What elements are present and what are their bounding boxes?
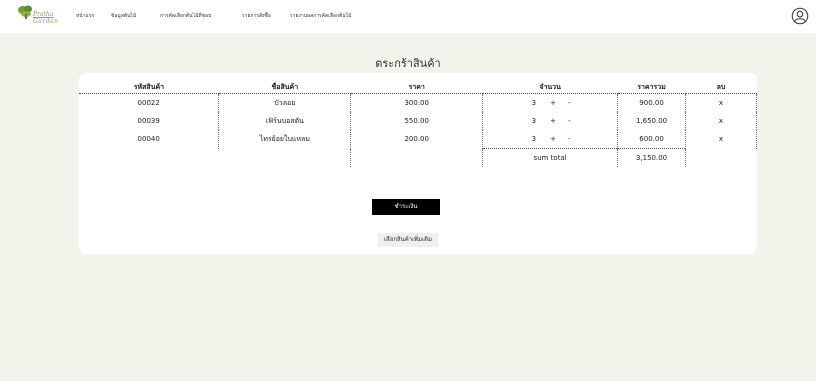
- increase-quantity-button[interactable]: +: [546, 99, 560, 107]
- pay-button[interactable]: ชำระเงิน: [372, 199, 440, 215]
- cell-quantity: 3 + -: [482, 112, 619, 130]
- header-name: ชื่อสินค้า: [218, 82, 351, 94]
- cell-empty: [686, 149, 757, 168]
- table-header-row: รหัสสินค้า ชื่อสินค้า ราคา จำนวน ราคารวม…: [79, 82, 757, 94]
- cell-quantity: 3 + -: [482, 93, 619, 112]
- cell-total: 900.00: [617, 93, 687, 112]
- nav-favorite-selection[interactable]: การคัดเลือกต้นไม้ที่ชอบ: [160, 12, 211, 20]
- nav-orders[interactable]: รายการสั่งซื้อ: [242, 12, 271, 20]
- cell-name: เฟิร์นบอสตัน: [218, 112, 352, 130]
- delete-item-button[interactable]: x: [719, 135, 723, 143]
- decrease-quantity-button[interactable]: -: [562, 117, 576, 125]
- quantity-stepper: 3 + -: [524, 117, 576, 125]
- cell-empty: [218, 148, 352, 167]
- cell-code: 00040: [79, 130, 220, 149]
- quantity-value: 3: [531, 135, 537, 143]
- plant-logo-icon: [18, 5, 32, 19]
- table-row: 00039 เฟิร์นบอสตัน 550.00 3 + - 1,650.00…: [79, 112, 757, 130]
- sum-total-label: sum total: [482, 148, 619, 167]
- cell-name: ไทรย้อยใบแหลม: [218, 130, 352, 149]
- header-quantity: จำนวน: [482, 82, 618, 94]
- cell-code: 00039: [79, 112, 220, 130]
- decrease-quantity-button[interactable]: -: [562, 135, 576, 143]
- brand-name-line1: Pratha: [33, 11, 54, 18]
- increase-quantity-button[interactable]: +: [546, 135, 560, 143]
- cell-price: 300.00: [350, 93, 484, 112]
- cell-delete: x: [685, 93, 757, 112]
- cell-price: 200.00: [350, 130, 484, 149]
- continue-shopping-button[interactable]: เลือกสินค้าเพิ่มเติม: [378, 233, 438, 247]
- cell-name: บัวลอย: [218, 93, 352, 112]
- cell-code: 00022: [79, 93, 220, 112]
- quantity-stepper: 3 + -: [524, 135, 576, 143]
- header-total: ราคารวม: [617, 82, 686, 94]
- quantity-stepper: 3 + -: [524, 99, 576, 107]
- decrease-quantity-button[interactable]: -: [562, 99, 576, 107]
- header-code: รหัสสินค้า: [79, 82, 219, 94]
- quantity-value: 3: [531, 99, 537, 107]
- nav-selection-report[interactable]: รายงานผลการคัดเลือกต้นไม้: [290, 12, 351, 20]
- user-circle-icon[interactable]: [791, 7, 809, 25]
- cell-price: 550.00: [350, 112, 484, 130]
- cart-table: รหัสสินค้า ชื่อสินค้า ราคา จำนวน ราคารวม…: [79, 82, 757, 167]
- top-navbar: Pratha Garden หน้าแรก ข้อมูลต้นไม้ การคั…: [0, 0, 816, 33]
- cell-empty: [350, 148, 484, 167]
- header-price: ราคา: [350, 82, 483, 94]
- increase-quantity-button[interactable]: +: [546, 117, 560, 125]
- brand-logo[interactable]: Pratha Garden: [18, 5, 58, 27]
- cell-total: 600.00: [617, 130, 687, 149]
- cell-quantity: 3 + -: [482, 130, 619, 149]
- delete-item-button[interactable]: x: [719, 117, 723, 125]
- cell-empty: [79, 149, 219, 168]
- table-row: 00040 ไทรย้อยใบแหลม 200.00 3 + - 600.00 …: [79, 130, 757, 149]
- brand-name-line2: Garden: [33, 18, 59, 25]
- cell-delete: x: [685, 130, 757, 149]
- sum-total-value: 3,150.00: [617, 148, 687, 167]
- sum-row: sum total 3,150.00: [79, 148, 757, 168]
- cell-delete: x: [685, 112, 757, 130]
- quantity-value: 3: [531, 117, 537, 125]
- cell-total: 1,650.00: [617, 112, 687, 130]
- page-title: ตระกร้าสินค้า: [375, 57, 441, 70]
- header-delete: ลบ: [685, 82, 757, 94]
- table-row: 00022 บัวลอย 300.00 3 + - 900.00 x: [79, 93, 757, 112]
- nav-plant-info[interactable]: ข้อมูลต้นไม้: [111, 12, 136, 20]
- nav-home[interactable]: หน้าแรก: [76, 12, 94, 20]
- delete-item-button[interactable]: x: [719, 99, 723, 107]
